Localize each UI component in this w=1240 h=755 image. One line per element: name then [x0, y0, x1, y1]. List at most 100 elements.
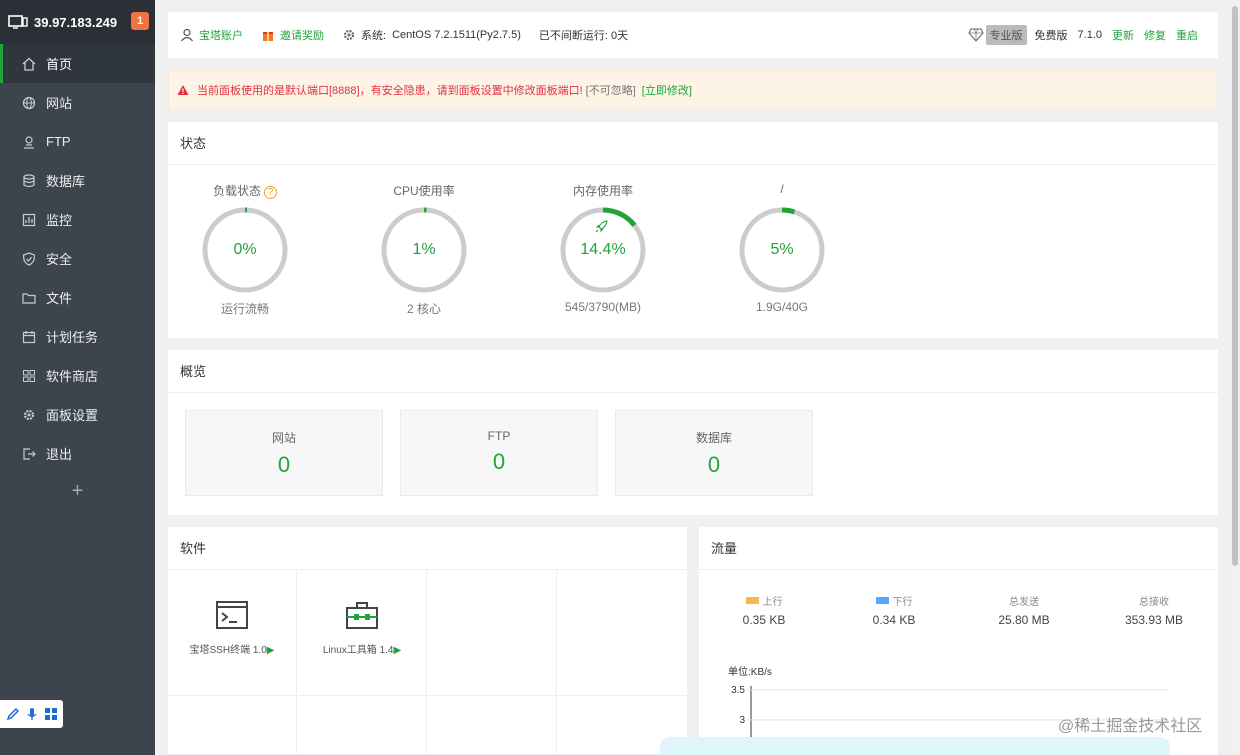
sidebar-item-7[interactable]: 计划任务	[0, 317, 155, 356]
sidebar-item-label: 安全	[46, 252, 73, 267]
sidebar-item-4[interactable]: 监控	[0, 200, 155, 239]
database-icon	[23, 173, 35, 187]
software-title: 软件	[168, 527, 687, 570]
sidebar-item-9[interactable]: 面板设置	[0, 395, 155, 434]
system-value: CentOS 7.2.1511(Py2.7.5)	[392, 29, 521, 41]
overview-box-1[interactable]: FTP 0	[400, 410, 598, 496]
folder-icon	[22, 292, 36, 304]
uptime: 已不间断运行: 0天	[539, 27, 628, 43]
version-area: 专业版 免费版 7.1.0 更新 修复 重启	[967, 12, 1198, 58]
sidebar-item-10[interactable]: 退出	[0, 434, 155, 473]
sidebar-item-6[interactable]: 文件	[0, 278, 155, 317]
gauge-value: 0%	[233, 241, 257, 258]
gear-icon	[343, 29, 355, 41]
overview-name: FTP	[487, 429, 511, 443]
overview-box-2[interactable]: 数据库 0	[615, 410, 813, 496]
add-menu-button[interactable]: +	[0, 473, 155, 509]
invite-link[interactable]: 邀请奖励	[261, 27, 324, 43]
alert-ignore: [不可忽略]	[585, 85, 636, 97]
play-icon[interactable]: ▶	[267, 645, 275, 656]
microphone-icon[interactable]	[25, 707, 39, 721]
apps-icon	[23, 369, 35, 382]
overview-card: 概览 网站 0 FTP 0 数据库 0	[168, 350, 1218, 515]
sidebar-item-0[interactable]: 首页	[0, 44, 155, 83]
status-card: 状态 负载状态? 0% 运行流畅 CPU使用率 1% 2 核心 内存使用率 14.4% 545/…	[168, 122, 1218, 338]
account-link[interactable]: 宝塔账户	[180, 27, 243, 43]
toolbox-icon	[346, 602, 378, 629]
gauge-1[interactable]: CPU使用率 1% 2 核心	[334, 182, 514, 317]
globe-icon	[22, 96, 36, 109]
overview-name: 数据库	[695, 431, 732, 445]
software-slot	[558, 570, 687, 696]
ftp-icon	[24, 135, 34, 149]
scrollbar-thumb[interactable]	[1232, 6, 1238, 566]
status-title: 状态	[168, 122, 1218, 165]
sidebar-item-label: FTP	[46, 134, 71, 149]
sidebar-item-label: 监控	[46, 213, 73, 228]
calendar-icon	[22, 330, 36, 343]
gauge-label: CPU使用率	[393, 184, 455, 198]
gauge-sub: 2 核心	[406, 302, 441, 316]
sidebar-item-label: 首页	[46, 57, 73, 72]
restart-link[interactable]: 重启	[1176, 27, 1198, 43]
sidebar-item-3[interactable]: 数据库	[0, 161, 155, 200]
overview-value: 0	[277, 452, 291, 477]
gear-icon	[23, 409, 35, 420]
gauge-2[interactable]: 内存使用率 14.4% 545/3790(MB)	[513, 182, 693, 314]
monitor-icon	[22, 213, 36, 226]
page-scrollbar[interactable]	[1230, 0, 1240, 755]
sidebar-item-label: 文件	[46, 291, 73, 306]
gauge-value: 1%	[412, 241, 436, 258]
version-number: 7.1.0	[1077, 29, 1102, 41]
software-slot[interactable]: Linux工具箱 1.4▶	[298, 570, 427, 696]
chart-tick-label: 3.5	[731, 685, 745, 696]
system-label: 系统:	[361, 30, 387, 42]
top-bar: 宝塔账户 邀请奖励 系统: CentOS 7.2.1511(Py2.7.5) 已…	[168, 12, 1218, 58]
system-info: 系统: CentOS 7.2.1511(Py2.7.5)	[342, 27, 521, 43]
sidebar-item-label: 面板设置	[46, 408, 99, 423]
sidebar-item-label: 数据库	[46, 174, 86, 189]
grid-icon[interactable]	[44, 707, 58, 721]
help-icon[interactable]: ?	[264, 186, 277, 199]
sidebar: 39.97.183.249 1 首页 网站 FTP 数据库 监控 安全 文件 计划任务 软件商店…	[0, 0, 155, 755]
server-monitor-icon	[8, 15, 28, 29]
security-alert: 当前面板使用的是默认端口[8888]，有安全隐患，请到面板设置中修改面板端口! …	[168, 70, 1218, 110]
software-name: Linux工具箱 1.4	[322, 645, 394, 656]
overview-value: 0	[492, 449, 506, 474]
repair-link[interactable]: 修复	[1144, 27, 1166, 43]
sidebar-item-8[interactable]: 软件商店	[0, 356, 155, 395]
gauge-3[interactable]: / 5% 1.9G/40G	[692, 182, 872, 314]
gauge-label: 负载状态	[212, 184, 261, 198]
sidebar-item-5[interactable]: 安全	[0, 239, 155, 278]
notification-badge[interactable]: 1	[131, 12, 149, 30]
home-icon	[22, 57, 36, 71]
update-link[interactable]: 更新	[1112, 27, 1134, 43]
software-slot	[168, 696, 297, 755]
invite-label: 邀请奖励	[280, 30, 324, 42]
gauge-sub: 1.9G/40G	[755, 300, 809, 314]
pro-badge[interactable]: 专业版	[985, 25, 1027, 45]
sidebar-item-label: 退出	[46, 447, 73, 462]
gauge-label: /	[780, 182, 784, 196]
uptime-text: 已不间断运行: 0天	[538, 30, 629, 42]
software-grid: 宝塔SSH终端 1.0▶ Linux工具箱 1.4▶	[168, 570, 687, 755]
sidebar-item-2[interactable]: FTP	[0, 122, 155, 161]
overview-box-0[interactable]: 网站 0	[185, 410, 383, 496]
gauge-sub: 运行流畅	[220, 302, 269, 316]
alert-fix-link[interactable]: [立即修改]	[642, 82, 692, 98]
software-name: 宝塔SSH终端 1.0	[189, 645, 267, 656]
play-icon[interactable]: ▶	[393, 645, 401, 656]
terminal-icon	[216, 601, 248, 629]
software-slot[interactable]: 宝塔SSH终端 1.0▶	[168, 570, 297, 696]
shield-icon	[22, 251, 36, 266]
software-card: 软件 宝塔SSH终端 1.0▶ Linux工具箱 1.4▶	[168, 527, 687, 755]
gauge-0[interactable]: 负载状态? 0% 运行流畅	[155, 182, 335, 317]
watermark: @稀土掘金技术社区	[1058, 718, 1203, 735]
software-slot	[428, 696, 557, 755]
sidebar-item-1[interactable]: 网站	[0, 83, 155, 122]
logout-icon	[23, 447, 36, 460]
gift-icon	[263, 32, 273, 41]
edit-icon[interactable]	[6, 707, 20, 721]
user-icon	[181, 28, 193, 42]
gauge-value: 5%	[770, 241, 794, 258]
